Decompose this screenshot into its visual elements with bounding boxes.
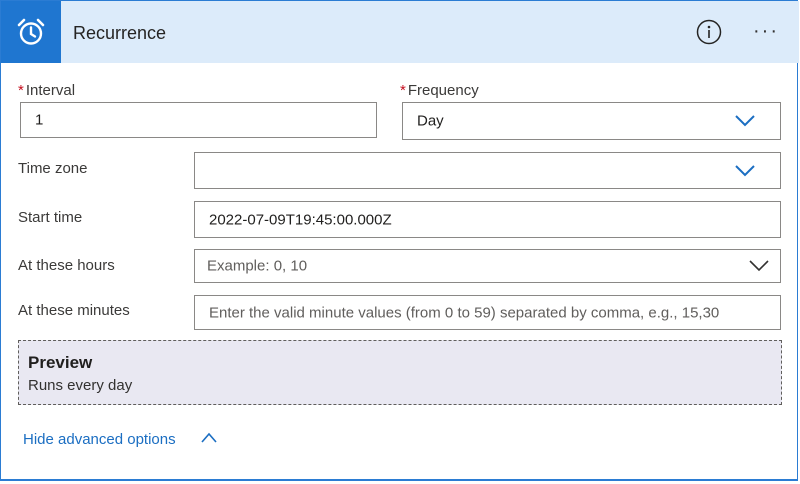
more-options-button[interactable]: ··· [753, 20, 779, 43]
chevron-down-icon [735, 164, 755, 176]
time-zone-label: Time zone [18, 160, 88, 177]
at-hours-label: At these hours [18, 257, 115, 274]
at-hours-dropdown[interactable]: Example: 0, 10 [194, 249, 781, 283]
recurrence-card: Recurrence ··· * Interval 1 * Frequency Da… [0, 0, 799, 481]
required-mark: * [400, 82, 406, 99]
card-header[interactable]: Recurrence ··· [1, 1, 799, 63]
chevron-up-icon [201, 432, 217, 443]
frequency-dropdown[interactable]: Day [402, 102, 781, 140]
at-minutes-placeholder: Enter the valid minute values (from 0 to… [209, 304, 720, 321]
chevron-down-icon [749, 260, 769, 272]
start-time-value: 2022-07-09T19:45:00.000Z [209, 211, 392, 228]
frequency-label: * Frequency [400, 82, 479, 99]
at-hours-placeholder: Example: 0, 10 [207, 257, 308, 275]
preview-box: Preview Runs every day [18, 340, 782, 405]
card-title: Recurrence [73, 23, 167, 43]
at-minutes-input[interactable]: Enter the valid minute values (from 0 to… [194, 295, 781, 330]
preview-title: Preview [28, 353, 93, 372]
time-zone-dropdown[interactable] [194, 152, 781, 189]
advanced-options-label: Hide advanced options [23, 431, 176, 448]
at-minutes-label: At these minutes [18, 302, 130, 319]
alarm-clock-icon [17, 18, 45, 45]
trigger-icon-box [1, 1, 61, 63]
start-time-label: Start time [18, 209, 83, 226]
interval-input[interactable]: 1 [20, 102, 377, 138]
frequency-value: Day [417, 112, 444, 130]
interval-value: 1 [35, 111, 44, 129]
info-icon [696, 19, 722, 45]
hide-advanced-options-link[interactable]: Hide advanced options [23, 431, 217, 448]
interval-label: * Interval [18, 82, 75, 99]
preview-text: Runs every day [28, 377, 133, 394]
interval-label-text: Interval [25, 82, 76, 99]
required-mark: * [18, 82, 24, 99]
frequency-label-text: Frequency [407, 82, 479, 99]
start-time-input[interactable]: 2022-07-09T19:45:00.000Z [194, 201, 781, 238]
chevron-down-icon [735, 115, 755, 127]
info-button[interactable] [696, 19, 722, 45]
